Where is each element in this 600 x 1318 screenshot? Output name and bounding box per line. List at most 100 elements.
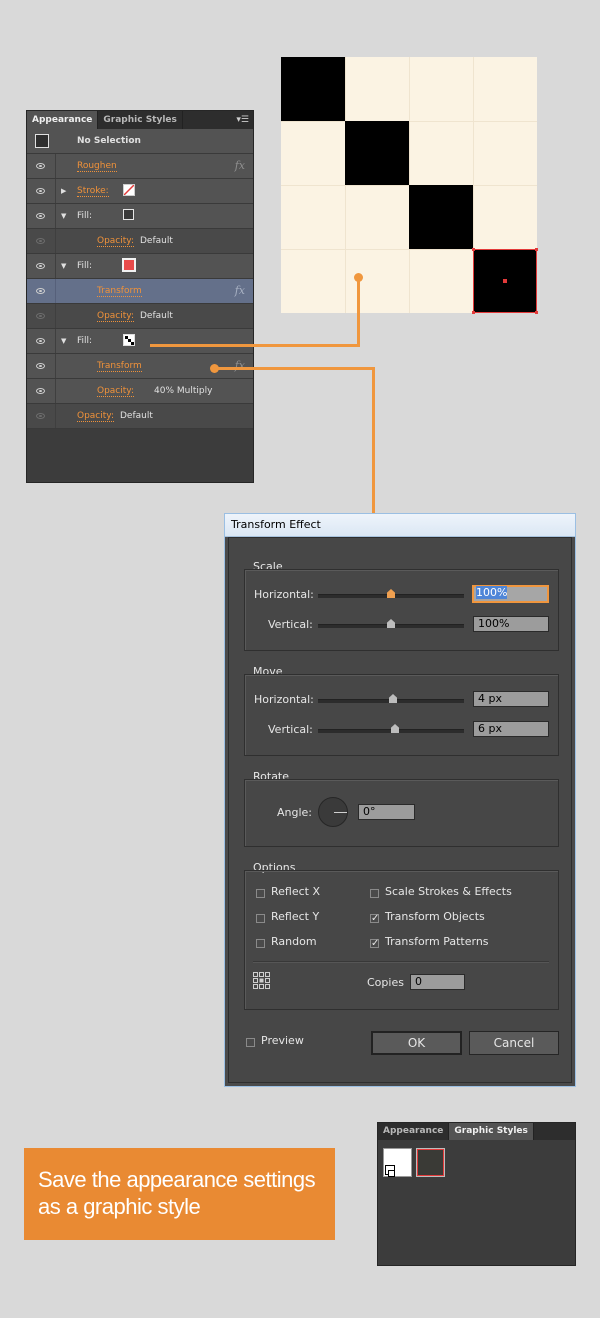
new-graphic-style-swatch[interactable] — [416, 1148, 445, 1177]
eye-icon — [36, 363, 45, 369]
fill-label: Fill: — [77, 336, 93, 346]
visibility-toggle[interactable] — [27, 304, 56, 328]
expand-triangle-icon[interactable]: ▶ — [61, 187, 66, 195]
appearance-row-transform-selected[interactable]: Transform fx — [27, 279, 253, 304]
opacity-link[interactable]: Opacity: — [97, 386, 134, 397]
visibility-toggle[interactable] — [27, 179, 56, 203]
preview-checkbox[interactable] — [246, 1038, 255, 1047]
eye-icon — [36, 188, 45, 194]
tab-graphic-styles[interactable]: Graphic Styles — [98, 111, 183, 129]
preview-label[interactable]: Preview — [261, 1034, 304, 1047]
visibility-toggle[interactable] — [27, 254, 56, 278]
appearance-row-fill[interactable]: ▼ Fill: — [27, 204, 253, 229]
visibility-toggle[interactable] — [27, 154, 56, 178]
effect-link-transform[interactable]: Transform — [97, 286, 142, 297]
appearance-row-opacity[interactable]: Opacity: Default — [27, 304, 253, 329]
fill-swatch[interactable] — [123, 209, 134, 220]
tab-appearance[interactable]: Appearance — [27, 111, 99, 129]
opacity-link[interactable]: Opacity: — [77, 411, 114, 422]
eye-icon — [36, 163, 45, 169]
appearance-row-opacity[interactable]: Opacity: Default — [27, 229, 253, 254]
no-selection-label: No Selection — [77, 136, 141, 146]
appearance-row-opacity-multiply[interactable]: Opacity: 40% Multiply — [27, 379, 253, 404]
black-square[interactable] — [345, 121, 409, 185]
random-label[interactable]: Random — [271, 935, 317, 948]
visibility-toggle[interactable] — [27, 354, 56, 378]
move-horizontal-label: Horizontal: — [254, 693, 314, 706]
visibility-toggle[interactable] — [27, 204, 56, 228]
reflect-y-checkbox[interactable] — [256, 914, 265, 923]
eye-icon — [36, 288, 45, 294]
selection-handle[interactable] — [472, 311, 475, 314]
stroke-link[interactable]: Stroke: — [77, 186, 109, 197]
dialog-body: Scale Horizontal: 100% Vertical: 100% Mo… — [228, 537, 572, 1083]
appearance-row-fill-pattern[interactable]: ▼ Fill: — [27, 329, 253, 354]
grid-line — [281, 121, 537, 122]
fx-icon[interactable]: fx — [235, 284, 245, 297]
effect-link-roughen[interactable]: Roughen — [77, 161, 117, 172]
tab-appearance[interactable]: Appearance — [378, 1123, 450, 1140]
fx-icon[interactable]: fx — [235, 159, 245, 172]
selection-handle[interactable] — [472, 248, 475, 251]
scale-strokes-checkbox[interactable] — [370, 889, 379, 898]
collapse-triangle-icon[interactable]: ▼ — [61, 337, 66, 345]
stroke-none-swatch[interactable] — [123, 184, 135, 196]
transform-objects-label[interactable]: Transform Objects — [385, 910, 485, 923]
eye-icon — [36, 313, 45, 319]
scale-vertical-label: Vertical: — [268, 618, 313, 631]
angle-dial[interactable] — [318, 797, 348, 827]
move-horizontal-input[interactable]: 4 px — [473, 691, 549, 707]
black-square[interactable] — [409, 185, 473, 249]
scale-vertical-input[interactable]: 100% — [473, 616, 549, 632]
visibility-toggle[interactable] — [27, 379, 56, 403]
artboard-pattern-preview — [281, 57, 538, 314]
appearance-row-fill-red[interactable]: ▼ Fill: — [27, 254, 253, 279]
angle-input[interactable]: 0° — [358, 804, 415, 820]
reflect-x-label[interactable]: Reflect X — [271, 885, 320, 898]
selection-handle[interactable] — [535, 311, 538, 314]
visibility-toggle[interactable] — [27, 229, 56, 253]
random-checkbox[interactable] — [256, 939, 265, 948]
default-graphic-style-swatch[interactable] — [383, 1148, 412, 1177]
opacity-link[interactable]: Opacity: — [97, 236, 134, 247]
visibility-toggle[interactable] — [27, 329, 56, 353]
panel-menu-icon[interactable]: ▾☰ — [236, 111, 249, 129]
transform-patterns-label[interactable]: Transform Patterns — [385, 935, 489, 948]
collapse-triangle-icon[interactable]: ▼ — [61, 262, 66, 270]
copies-input[interactable]: 0 — [410, 974, 465, 990]
visibility-toggle[interactable] — [27, 404, 56, 428]
callout-caption: Save the appearance settings as a graphi… — [24, 1148, 335, 1240]
reflect-y-label[interactable]: Reflect Y — [271, 910, 319, 923]
eye-icon — [36, 413, 45, 419]
tab-graphic-styles[interactable]: Graphic Styles — [449, 1123, 534, 1140]
move-vertical-input[interactable]: 6 px — [473, 721, 549, 737]
visibility-toggle[interactable] — [27, 279, 56, 303]
opacity-link[interactable]: Opacity: — [97, 311, 134, 322]
angle-label: Angle: — [277, 806, 313, 819]
appearance-row-object-opacity[interactable]: Opacity: Default — [27, 404, 253, 429]
scale-horizontal-input[interactable]: 100% — [472, 585, 549, 603]
appearance-row-roughen[interactable]: Roughen fx — [27, 154, 253, 179]
ok-button[interactable]: OK — [371, 1031, 462, 1055]
transform-patterns-checkbox[interactable]: ✓ — [370, 939, 379, 949]
eye-icon — [36, 238, 45, 244]
eye-icon — [36, 338, 45, 344]
cancel-button[interactable]: Cancel — [469, 1031, 559, 1055]
scale-strokes-label[interactable]: Scale Strokes & Effects — [385, 885, 512, 898]
fill-pattern-swatch[interactable] — [123, 334, 135, 346]
fill-red-swatch[interactable] — [122, 258, 136, 272]
reference-point-icon[interactable] — [253, 972, 271, 990]
collapse-triangle-icon[interactable]: ▼ — [61, 212, 66, 220]
fx-icon[interactable]: fx — [235, 359, 245, 372]
black-square[interactable] — [281, 57, 345, 121]
selection-handle[interactable] — [535, 248, 538, 251]
appearance-row-stroke[interactable]: ▶ Stroke: — [27, 179, 253, 204]
effect-link-transform[interactable]: Transform — [97, 361, 142, 372]
options-separator — [253, 961, 549, 963]
selected-black-square[interactable] — [473, 249, 537, 313]
opacity-value: Default — [140, 311, 173, 321]
transform-objects-checkbox[interactable]: ✓ — [370, 914, 379, 924]
graphic-styles-panel: Appearance Graphic Styles — [377, 1122, 576, 1266]
reflect-x-checkbox[interactable] — [256, 889, 265, 898]
fill-label: Fill: — [77, 211, 93, 221]
